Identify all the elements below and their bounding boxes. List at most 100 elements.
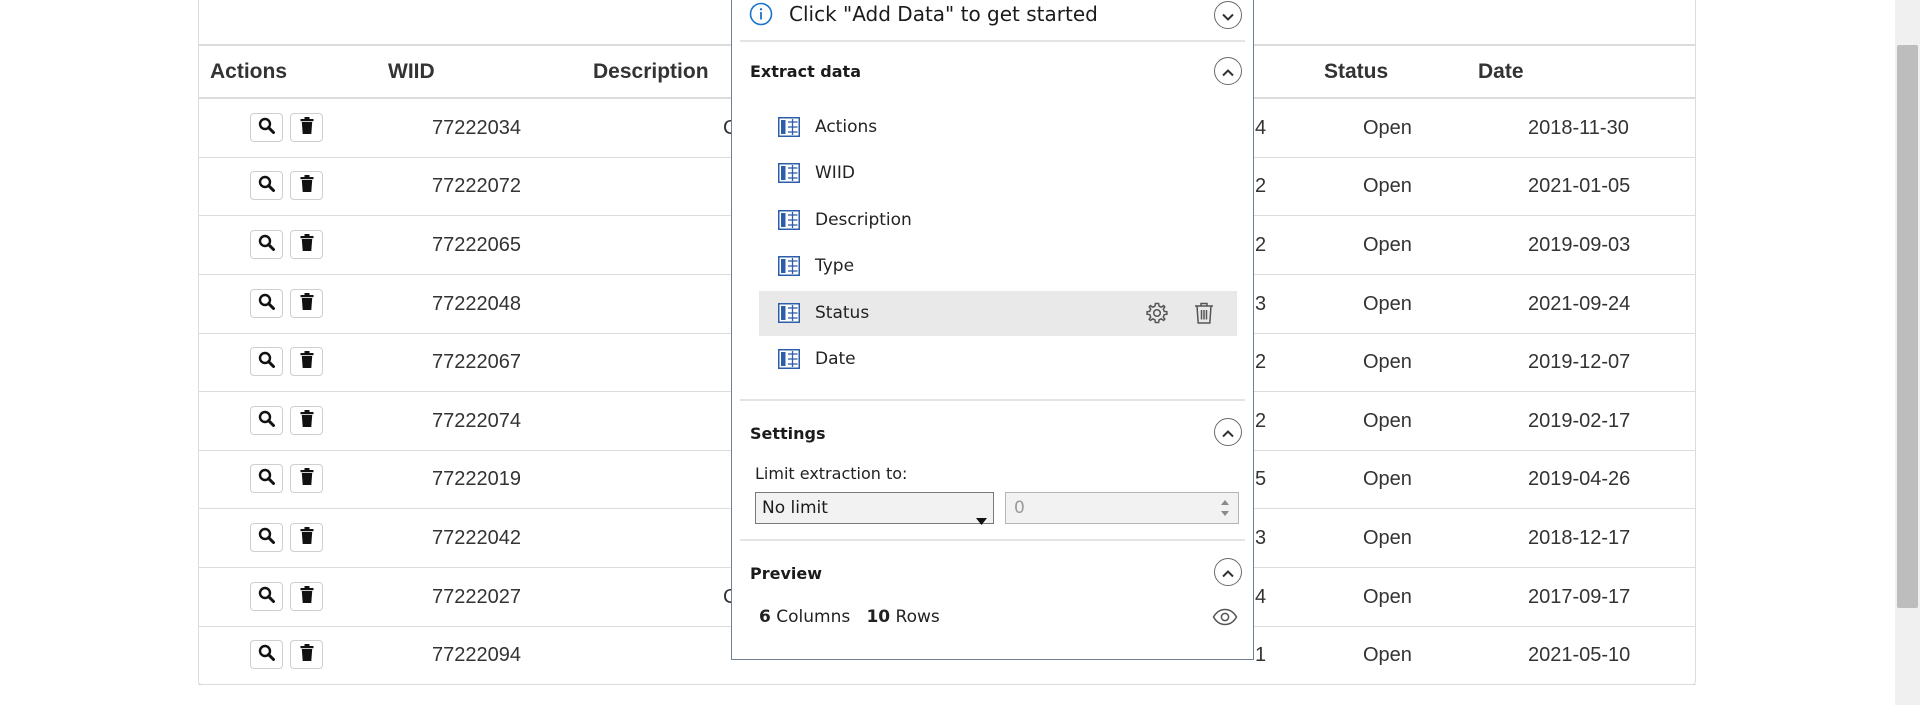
header-description: Description [593,60,709,83]
delete-button[interactable] [290,464,323,493]
view-button[interactable] [250,406,283,435]
view-button[interactable] [250,640,283,669]
view-button[interactable] [250,582,283,611]
date-cell: 2019-04-26 [1528,468,1631,490]
field-label: Type [815,256,855,276]
search-icon [258,117,275,139]
delete-button[interactable] [290,230,323,259]
page-scrollbar-thumb[interactable] [1897,45,1918,608]
extract-field-actions[interactable]: Actions [759,105,1237,150]
field-label: Actions [815,117,878,137]
date-cell: 2018-11-30 [1528,117,1629,139]
info-expand-button[interactable] [1214,1,1242,29]
wiid-cell: 77222065 [432,234,521,256]
rows-label: Rows [895,607,940,627]
view-button[interactable] [250,113,283,142]
chevron-up-icon [1222,563,1234,582]
info-text: Click "Add Data" to get started [789,2,1098,26]
header-status: Status [1324,60,1389,83]
type-cell: 2 [1255,234,1267,256]
field-label: Date [815,349,856,369]
chevron-down-icon [1222,6,1234,25]
extract-data-title: Extract data [750,62,861,81]
table-column-icon [778,117,800,141]
table-column-icon [778,210,800,234]
search-icon [258,293,275,315]
trash-icon [300,350,314,373]
limit-count-value: 0 [1014,498,1025,518]
trash-icon[interactable] [1193,301,1215,329]
rows-count: 10 [866,607,891,627]
status-cell: Open [1363,293,1412,315]
wiid-cell: 77222072 [432,175,521,197]
extract-field-date[interactable]: Date [759,337,1237,382]
wiid-cell: 77222042 [432,527,521,549]
view-button[interactable] [250,523,283,552]
trash-icon [300,292,314,315]
spinner-icon[interactable] [1220,497,1230,529]
divider [740,40,1245,42]
settings-collapse-button[interactable] [1214,418,1242,446]
search-icon [258,234,275,256]
view-button[interactable] [250,347,283,376]
extract-collapse-button[interactable] [1214,57,1242,85]
status-cell: Open [1363,468,1412,490]
extract-field-status[interactable]: Status [759,291,1237,336]
eye-icon[interactable] [1212,608,1238,630]
limit-select-value: No limit [762,498,828,518]
search-icon [258,468,275,490]
view-button[interactable] [250,289,283,318]
trash-icon [300,174,314,197]
type-cell: 3 [1255,527,1267,549]
type-cell: 2 [1255,351,1267,373]
header-date: Date [1478,60,1524,83]
status-cell: Open [1363,117,1412,139]
date-cell: 2019-02-17 [1528,410,1631,432]
delete-button[interactable] [290,171,323,200]
delete-button[interactable] [290,347,323,376]
table-column-icon [778,349,800,373]
wiid-cell: 77222027 [432,586,521,608]
status-cell: Open [1363,527,1412,549]
type-cell: 1 [1255,644,1267,666]
trash-icon [300,116,314,139]
view-button[interactable] [250,171,283,200]
status-cell: Open [1363,410,1412,432]
table-column-icon [778,163,800,187]
row-divider [198,684,1696,685]
delete-button[interactable] [290,406,323,435]
trash-icon [300,643,314,666]
extract-field-type[interactable]: Type [759,244,1237,289]
view-button[interactable] [250,230,283,259]
chevron-up-icon [1222,423,1234,442]
date-cell: 2021-09-24 [1528,293,1631,315]
date-cell: 2021-05-10 [1528,644,1631,666]
gear-icon[interactable] [1145,301,1169,329]
header-wiid: WIID [388,60,435,83]
dropdown-arrow-icon [976,505,987,535]
delete-button[interactable] [290,523,323,552]
type-cell: 5 [1255,468,1267,490]
info-icon [749,2,773,30]
preview-collapse-button[interactable] [1214,558,1242,586]
wiid-cell: 77222019 [432,468,521,490]
field-label: Status [815,303,870,323]
limit-count-input[interactable]: 0 [1005,492,1239,524]
type-cell: 2 [1255,410,1267,432]
view-button[interactable] [250,464,283,493]
delete-button[interactable] [290,113,323,142]
delete-button[interactable] [290,289,323,318]
status-cell: Open [1363,234,1412,256]
extract-field-description[interactable]: Description [759,198,1237,243]
divider [740,539,1245,541]
limit-select[interactable]: No limit [755,492,994,525]
delete-button[interactable] [290,640,323,669]
search-icon [258,527,275,549]
search-icon [258,586,275,608]
extract-field-wiid[interactable]: WIID [759,151,1237,196]
type-cell: 3 [1255,293,1267,315]
field-label: WIID [815,163,855,183]
table-column-icon [778,256,800,280]
date-cell: 2018-12-17 [1528,527,1631,549]
delete-button[interactable] [290,582,323,611]
